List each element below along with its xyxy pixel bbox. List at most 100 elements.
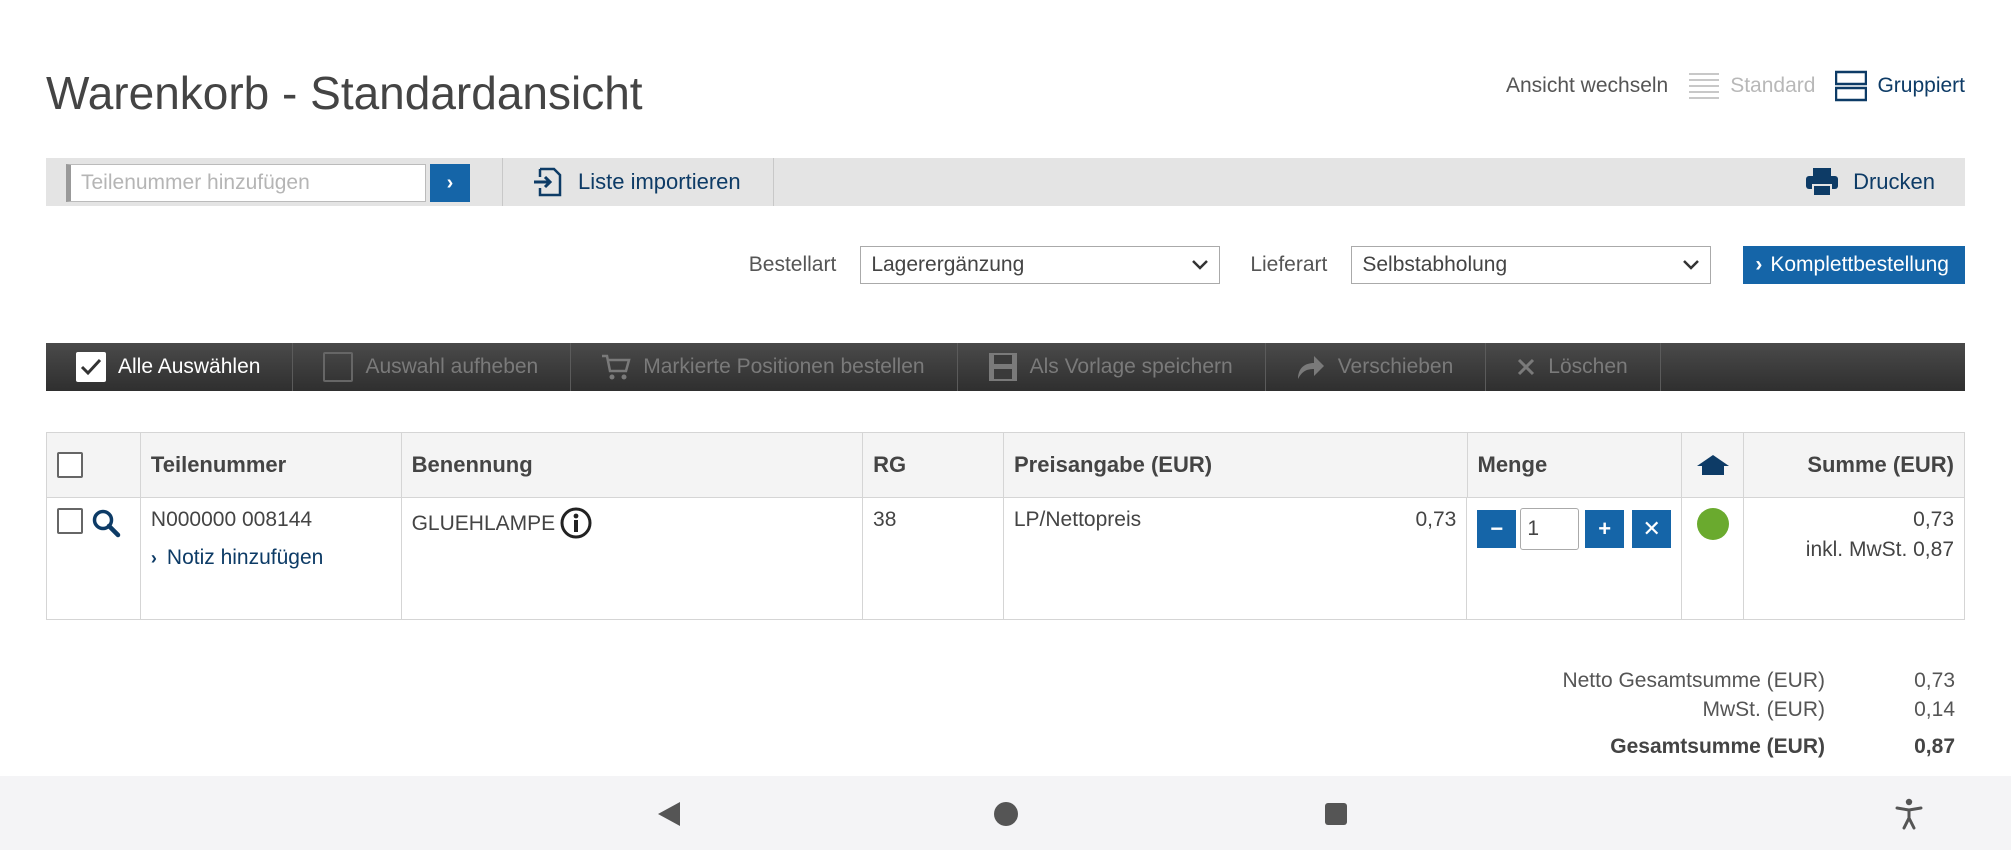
chevron-right-icon: › (150, 547, 157, 568)
page-title: Warenkorb - Standardansicht (46, 67, 643, 119)
complete-order-button[interactable]: › Komplettbestellung (1743, 246, 1965, 284)
home-icon[interactable] (994, 802, 1018, 826)
unit-price: 0,73 (1415, 508, 1457, 531)
add-note-link[interactable]: › Notiz hinzufügen (151, 546, 391, 570)
order-type-select[interactable]: Lagerergänzung (860, 246, 1221, 284)
part-search: › (66, 164, 470, 202)
order-type-value: Lagerergänzung (871, 253, 1025, 276)
quantity-stepper: − 1 + ✕ (1477, 508, 1672, 550)
delete-label: Löschen (1548, 355, 1628, 378)
select-all-label: Alle Auswählen (118, 355, 261, 378)
import-list-button[interactable]: Liste importieren (532, 164, 741, 200)
quantity-input[interactable]: 1 (1520, 508, 1580, 550)
row-sum: 0,73 (1913, 508, 1955, 531)
accessibility-icon[interactable] (1894, 798, 1924, 830)
net-total-value: 0,73 (1914, 668, 1955, 692)
save-template-button[interactable]: Als Vorlage speichern (958, 343, 1266, 391)
part-number-cell: N000000 008144 › Notiz hinzufügen (141, 498, 402, 619)
close-icon (1516, 357, 1536, 377)
deselect-button[interactable]: Auswahl aufheben (293, 343, 572, 391)
cart-totals: Netto Gesamtsumme (EUR) 0,73 MwSt. (EUR)… (1562, 666, 1955, 761)
divider (502, 158, 503, 206)
table-row: N000000 008144 › Notiz hinzufügen GLUEHL… (47, 498, 1964, 619)
increase-qty-button[interactable]: + (1585, 510, 1625, 548)
part-number: N000000 008144 (150, 508, 313, 531)
checkbox-checked-icon (76, 352, 106, 382)
vat-value: 0,14 (1914, 697, 1955, 721)
print-button[interactable]: Drucken (1805, 164, 1935, 200)
cart-toolbar: › Liste importieren Drucken (46, 158, 1965, 206)
vat-row: MwSt. (EUR) 0,14 (1562, 695, 1956, 724)
recent-apps-icon[interactable] (1325, 803, 1347, 825)
header-availability (1682, 433, 1745, 497)
printer-icon (1806, 168, 1839, 197)
availability-indicator (1696, 508, 1729, 540)
deselect-label: Auswahl aufheben (365, 355, 539, 378)
save-icon (988, 352, 1018, 382)
delivery-type-label: Lieferart (1250, 253, 1328, 276)
table-header: Teilenummer Benennung RG Preisangabe (EU… (47, 433, 1964, 498)
header-qty: Menge (1468, 433, 1683, 497)
view-grouped-button[interactable]: Gruppiert (1835, 70, 1965, 102)
android-nav-bar (0, 776, 2011, 850)
header-sum: Summe (EUR) (1807, 452, 1954, 477)
net-total-row: Netto Gesamtsumme (EUR) 0,73 (1562, 666, 1955, 695)
view-switch: Ansicht wechseln Standard Gruppiert (1506, 70, 1965, 102)
order-type-label: Bestellart (748, 253, 837, 276)
info-icon[interactable] (559, 506, 593, 540)
net-total-label: Netto Gesamtsumme (EUR) (1562, 668, 1825, 692)
select-all-button[interactable]: Alle Auswählen (46, 343, 294, 391)
view-grouped-label: Gruppiert (1877, 74, 1965, 97)
gross-total-label: Gesamtsumme (EUR) (1610, 734, 1825, 758)
row-select-cell (47, 498, 141, 619)
header-part-number: Teilenummer (141, 433, 402, 497)
divider (773, 158, 774, 206)
price-type: LP/Nettopreis (1013, 508, 1142, 531)
delivery-type-value: Selbstabholung (1362, 253, 1508, 276)
header-name: Benennung (402, 433, 864, 497)
cart-table: Teilenummer Benennung RG Preisangabe (EU… (46, 432, 1965, 620)
move-button[interactable]: Verschieben (1266, 343, 1487, 391)
search-icon[interactable] (91, 508, 121, 538)
row-sum-vat: inkl. MwSt. 0,87 (1805, 538, 1955, 561)
rg-cell: 38 (863, 498, 1004, 619)
header-checkbox[interactable] (57, 452, 83, 478)
minus-icon: − (1490, 516, 1504, 541)
delete-button[interactable]: Löschen (1486, 343, 1661, 391)
checkbox-empty-icon (323, 352, 354, 382)
part-number-input[interactable] (66, 164, 426, 202)
list-view-icon (1689, 73, 1720, 99)
view-standard-button[interactable]: Standard (1688, 70, 1815, 102)
add-note-label: Notiz hinzufügen (166, 546, 324, 569)
sum-cell: 0,73 inkl. MwSt. 0,87 (1744, 498, 1964, 619)
view-switch-label: Ansicht wechseln (1505, 74, 1669, 97)
row-checkbox[interactable] (57, 508, 83, 534)
gross-total-value: 0,87 (1914, 734, 1955, 758)
order-marked-label: Markierte Positionen bestellen (643, 355, 925, 378)
part-name: GLUEHLAMPE (411, 512, 556, 535)
gross-total-row: Gesamtsumme (EUR) 0,87 (1562, 732, 1955, 761)
save-template-label: Als Vorlage speichern (1029, 355, 1233, 378)
header-select-cell (47, 433, 141, 497)
plus-icon: + (1598, 516, 1612, 541)
qty-cell: − 1 + ✕ (1467, 498, 1683, 619)
close-icon: ✕ (1642, 516, 1661, 541)
add-part-button[interactable]: › (430, 164, 470, 202)
chevron-right-icon: › (446, 171, 454, 194)
delivery-type-select[interactable]: Selbstabholung (1351, 246, 1712, 284)
share-arrow-icon (1296, 353, 1326, 381)
import-icon (534, 167, 562, 197)
order-marked-button[interactable]: Markierte Positionen bestellen (571, 343, 958, 391)
complete-order-label: Komplettbestellung (1770, 253, 1949, 276)
availability-cell (1682, 498, 1745, 619)
print-label: Drucken (1853, 169, 1935, 194)
decrease-qty-button[interactable]: − (1477, 510, 1517, 548)
chevron-right-icon: › (1755, 253, 1763, 276)
vat-label: MwSt. (EUR) (1702, 697, 1826, 721)
warehouse-icon (1696, 455, 1729, 475)
remove-item-button[interactable]: ✕ (1632, 510, 1672, 548)
back-icon[interactable] (656, 800, 682, 828)
view-standard-label: Standard (1730, 74, 1816, 97)
bulk-actions-toolbar: Alle Auswählen Auswahl aufheben Markiert… (46, 343, 1965, 391)
header-price: Preisangabe (EUR) (1004, 433, 1468, 497)
